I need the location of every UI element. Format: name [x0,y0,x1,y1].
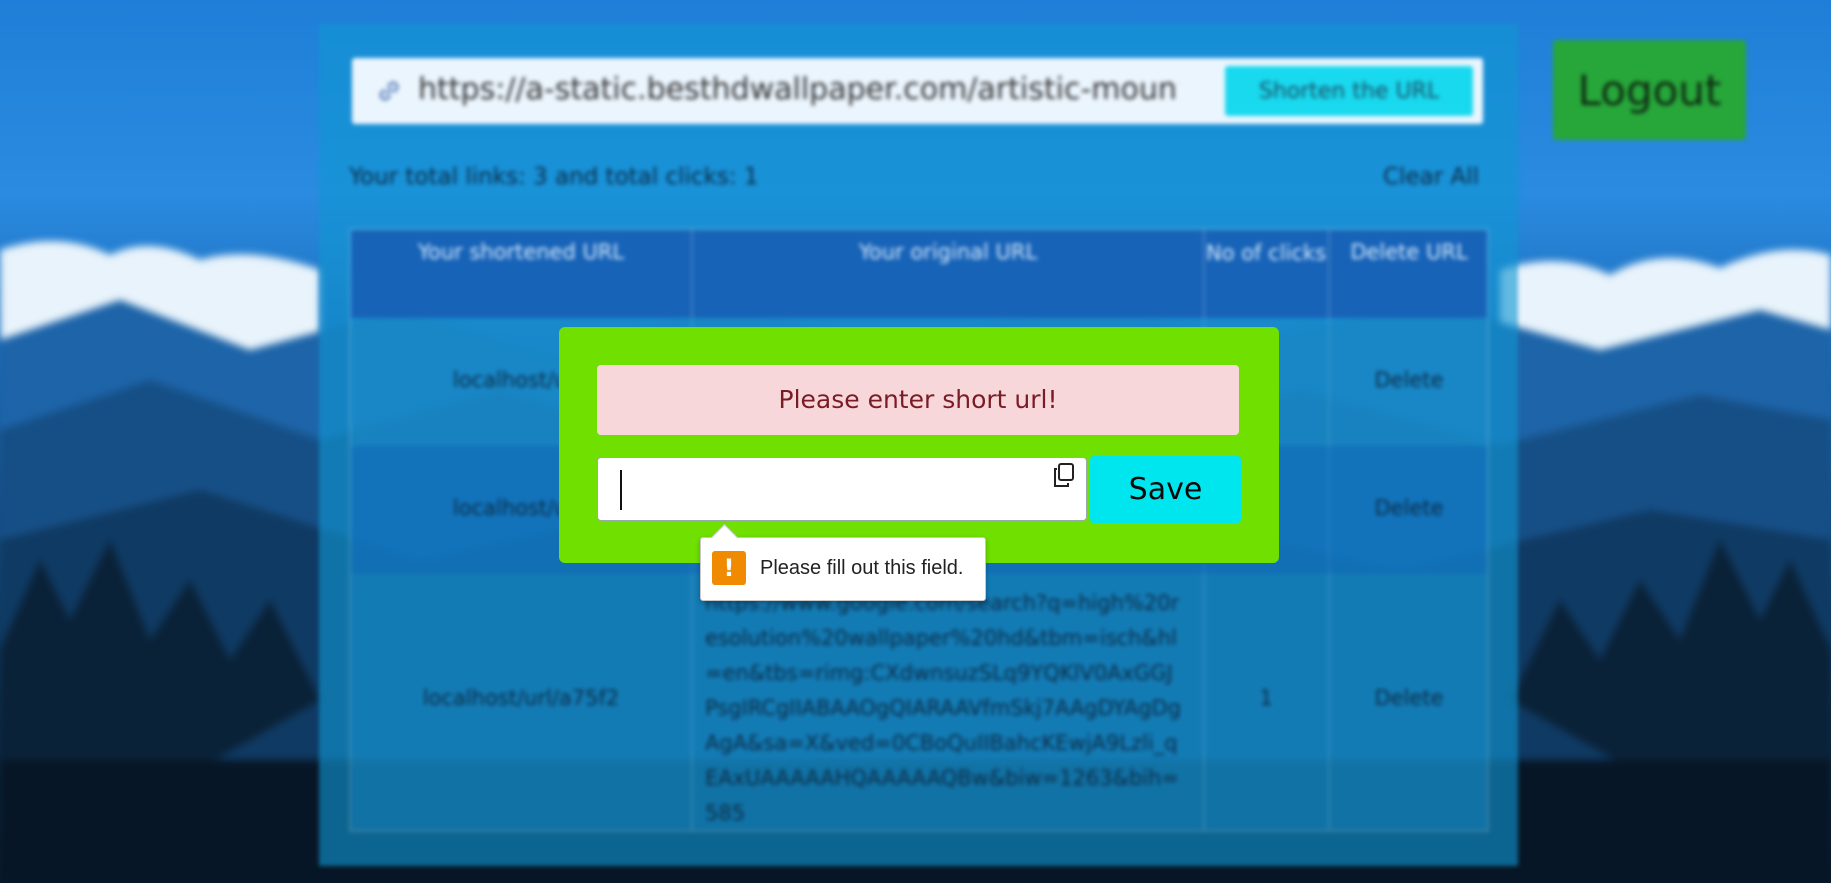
table-header: Your shortened URL Your original URL No … [351,230,1487,318]
logout-button[interactable]: Logout [1553,40,1746,140]
short-url-input[interactable] [597,457,1087,521]
header-shortened-url: Your shortened URL [417,240,625,264]
table-row: localhost/url/a75f2 https://www.google.c… [351,574,1487,830]
delete-button[interactable]: Delete [1331,368,1487,392]
shorten-url-button[interactable]: Shorten the URL [1225,66,1473,116]
header-original-url: Your original URL [858,240,1038,264]
header-delete-url: Delete URL [1350,240,1468,264]
tooltip-text: Please fill out this field. [760,557,964,579]
validation-tooltip: ! Please fill out this field. [700,537,986,601]
delete-button[interactable]: Delete [1331,496,1487,520]
copy-icon[interactable] [1052,462,1076,488]
stats-text: Your total links: 3 and total clicks: 1 [349,164,759,190]
save-button[interactable]: Save [1090,456,1241,523]
warning-icon: ! [712,551,746,585]
clicks-cell: 1 [1259,686,1273,710]
delete-button[interactable]: Delete [1331,686,1487,710]
link-icon [379,81,399,101]
header-no-of-clicks: No of clicks [1206,241,1327,265]
short-url-cell[interactable]: localhost/url/a75f2 [351,686,691,710]
error-alert: Please enter short url! [597,365,1239,435]
text-caret [620,470,622,510]
url-input[interactable]: https://a-static.besthdwallpaper.com/art… [418,72,1178,107]
original-url-cell: https://www.google.com/search?q=high%20r… [705,591,1182,825]
clear-all-link[interactable]: Clear All [1383,164,1479,190]
url-input-bar[interactable]: https://a-static.besthdwallpaper.com/art… [352,58,1483,124]
edit-short-url-modal: Please enter short url! Save [559,327,1279,563]
